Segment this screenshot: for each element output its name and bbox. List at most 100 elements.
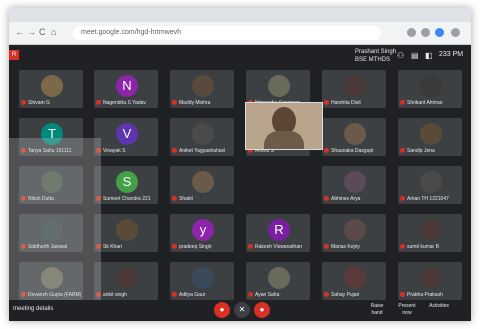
participant-name-text: Aditya Gaur	[179, 292, 206, 298]
meeting-details-label[interactable]: meeting details	[13, 306, 53, 312]
raise-hand-button[interactable]: Raise hand	[365, 303, 389, 317]
reload-icon[interactable]: C	[39, 27, 46, 37]
participant-name-text: Sahay Pujari	[331, 292, 360, 298]
meet-top-bar: R Prashant Singh BSE MTHDS ⚇ ▤ ◧ 233 PM	[9, 45, 471, 67]
participant-name-text: Sumeet Chandra 221	[103, 196, 151, 202]
active-speaker-tile[interactable]	[245, 102, 323, 150]
forward-icon[interactable]: →	[27, 27, 36, 37]
participant-name-text: pradeep Singh	[179, 244, 212, 250]
overlay-panel	[9, 138, 101, 321]
mic-muted-icon	[248, 292, 253, 298]
participant-name: Shakti	[172, 196, 232, 203]
participant-tile[interactable]: Prabha Prakash	[398, 262, 462, 300]
mic-muted-icon	[324, 100, 329, 106]
participant-name: Ayan Saha	[248, 292, 308, 299]
mic-muted-icon	[400, 148, 405, 154]
people-icon[interactable]: ⚇	[397, 51, 404, 60]
participant-tile[interactable]: Aman TH 1221047	[398, 166, 462, 204]
participant-name: Aniket Yagyashahavi	[172, 148, 232, 155]
meeting-time: 233 PM	[439, 51, 464, 58]
participant-tile[interactable]: ankit singh	[94, 262, 158, 300]
participant-avatar	[192, 123, 214, 145]
participant-tile[interactable]: Sk Khan	[94, 214, 158, 252]
mic-off-button[interactable]: ●	[214, 302, 230, 318]
participant-name: Prabha Prakash	[400, 292, 460, 299]
participant-tile[interactable]: Aditya Gaur	[170, 262, 234, 300]
participant-avatar	[344, 219, 366, 241]
mic-muted-icon	[21, 100, 26, 106]
participant-avatar	[41, 75, 63, 97]
participant-name: Manas Kejriy	[324, 244, 384, 251]
participant-tile[interactable]: sumit kumar B	[398, 214, 462, 252]
participant-name-text: Shakti	[179, 196, 193, 202]
mic-muted-icon	[172, 244, 177, 250]
participant-tile[interactable]: S Sumeet Chandra 221	[94, 166, 158, 204]
participant-avatar	[268, 75, 290, 97]
participant-avatar: N	[116, 75, 138, 97]
participant-tile[interactable]: Sahay Pujari	[322, 262, 386, 300]
participant-avatar	[344, 267, 366, 289]
participant-name-text: Maddy Mishra	[179, 100, 211, 106]
activity-icon[interactable]: ◧	[425, 51, 433, 60]
participant-avatar	[344, 171, 366, 193]
participant-tile[interactable]: Shrikant Ahirrao	[398, 70, 462, 108]
end-call-button[interactable]: ✕	[234, 302, 250, 318]
back-icon[interactable]: ←	[15, 27, 24, 37]
participant-name-text: Prabha Prakash	[407, 292, 443, 298]
menu-icon[interactable]	[451, 28, 460, 37]
star-icon[interactable]	[407, 28, 416, 37]
participant-name: Maddy Mishra	[172, 100, 232, 107]
participant-name-text: Sandip Jena	[407, 148, 435, 154]
camera-off-button[interactable]: ●	[254, 302, 270, 318]
participant-name-text: Aman TH 1221047	[407, 196, 449, 202]
participant-name: Sandip Jena	[400, 148, 460, 155]
participant-tile[interactable]: Aniket Yagyashahavi	[170, 118, 234, 156]
participant-tile[interactable]: Shakti	[170, 166, 234, 204]
participant-tile[interactable]: Maddy Mishra	[170, 70, 234, 108]
meeting-owner: Prashant Singh BSE MTHDS	[355, 48, 396, 64]
home-icon[interactable]: ⌂	[51, 27, 56, 37]
participant-tile[interactable]: Shaunaka Dasgupt	[322, 118, 386, 156]
activities-button[interactable]: Activities	[427, 303, 451, 310]
owner-name: Prashant Singh	[355, 49, 397, 55]
mic-muted-icon	[400, 196, 405, 202]
mic-muted-icon	[324, 244, 329, 250]
mic-muted-icon	[96, 100, 101, 106]
participant-name-text: Manas Kejriy	[331, 244, 360, 250]
participant-tile[interactable]: Manas Kejriy	[322, 214, 386, 252]
mic-muted-icon	[172, 196, 177, 202]
participant-name: sumit kumar B	[400, 244, 460, 251]
participant-tile[interactable]: y pradeep Singh	[170, 214, 234, 252]
participant-tile[interactable]: Ayan Saha	[246, 262, 310, 300]
chat-icon[interactable]: ▤	[411, 51, 419, 60]
participant-tile[interactable]: Sandip Jena	[398, 118, 462, 156]
participant-tile[interactable]: Harshita Dixit	[322, 70, 386, 108]
participant-tile[interactable]: V Vinayak S	[94, 118, 158, 156]
participant-name: pradeep Singh	[172, 244, 232, 251]
mic-muted-icon	[324, 196, 329, 202]
participant-tile[interactable]: Abhinav Arya	[322, 166, 386, 204]
participant-avatar	[420, 219, 442, 241]
participant-name-text: Abhinav Arya	[331, 196, 361, 202]
mic-muted-icon	[172, 100, 177, 106]
participant-name: Harshita Dixit	[324, 100, 384, 107]
participant-tile[interactable]: N Nagendrla S Yadav	[94, 70, 158, 108]
participant-avatar	[116, 219, 138, 241]
participant-name-text: Harshita Dixit	[331, 100, 361, 106]
participant-name: Abhinav Arya	[324, 196, 384, 203]
participant-avatar	[420, 171, 442, 193]
profile-avatar[interactable]	[435, 28, 444, 37]
participant-avatar	[192, 267, 214, 289]
present-now-button[interactable]: Present now	[395, 303, 419, 317]
participant-name: Shivam G	[21, 100, 81, 107]
participant-tile[interactable]: Shivam G	[19, 70, 83, 108]
participant-name-text: ankit singh	[103, 292, 127, 298]
participant-avatar	[420, 75, 442, 97]
participant-tile[interactable]: R Rakesh Viswanathan	[246, 214, 310, 252]
participant-name-text: Shivam G	[28, 100, 50, 106]
participant-name: Shrikant Ahirrao	[400, 100, 460, 107]
extension-icon[interactable]	[421, 28, 430, 37]
participant-name: Shaunaka Dasgupt	[324, 148, 384, 155]
address-bar[interactable]: meet.google.com/hgd-hrtmwevh	[73, 26, 381, 40]
participant-avatar	[344, 123, 366, 145]
